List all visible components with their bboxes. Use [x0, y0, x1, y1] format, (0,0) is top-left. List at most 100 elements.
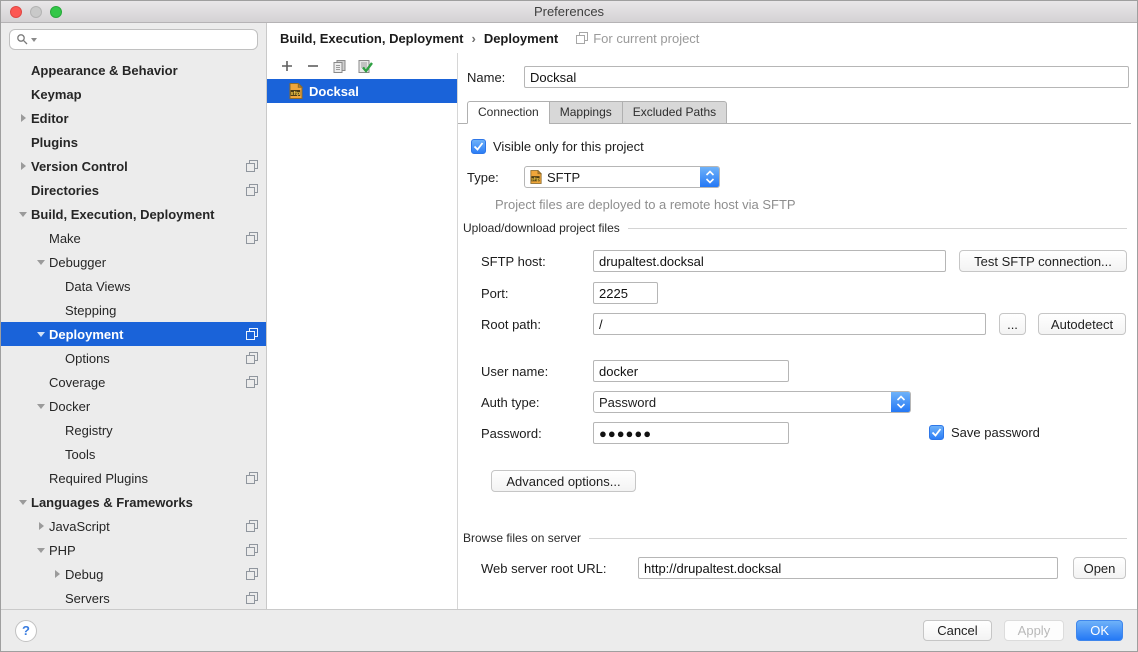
- chevron-down-icon[interactable]: [33, 404, 49, 409]
- sidebar-item-data-views[interactable]: Data Views: [1, 274, 266, 298]
- chevron-down-icon[interactable]: [33, 260, 49, 265]
- server-list-panel: sftp Docksal: [267, 53, 458, 609]
- sidebar-item-deployment[interactable]: Deployment: [1, 322, 266, 346]
- visible-only-label: Visible only for this project: [493, 139, 644, 154]
- chevron-right-icon[interactable]: [15, 162, 31, 170]
- breadcrumb-parent[interactable]: Build, Execution, Deployment: [280, 31, 463, 46]
- title-bar: Preferences: [1, 1, 1137, 23]
- settings-tree: Appearance & Behavior Keymap Editor Plug…: [1, 58, 266, 610]
- sidebar-item-make[interactable]: Make: [1, 226, 266, 250]
- auth-type-dropdown[interactable]: Password: [593, 391, 911, 413]
- advanced-options-button[interactable]: Advanced options...: [491, 470, 636, 492]
- root-path-label: Root path:: [481, 313, 541, 335]
- cancel-button[interactable]: Cancel: [923, 620, 991, 641]
- tab-mappings[interactable]: Mappings: [549, 101, 622, 124]
- sidebar-item-required-plugins[interactable]: Required Plugins: [1, 466, 266, 490]
- chevron-right-icon[interactable]: [33, 522, 49, 530]
- remove-server-button[interactable]: [305, 58, 321, 74]
- name-label: Name:: [467, 66, 505, 88]
- per-project-icon: [246, 472, 258, 484]
- chevron-right-icon[interactable]: [49, 570, 65, 578]
- save-password-checkbox[interactable]: [929, 425, 944, 440]
- chevron-down-icon[interactable]: [33, 548, 49, 553]
- close-button[interactable]: [10, 6, 22, 18]
- per-project-icon: [246, 352, 258, 364]
- server-list-toolbar: [267, 53, 457, 79]
- auth-type-label: Auth type:: [481, 391, 540, 413]
- sidebar-item-javascript[interactable]: JavaScript: [1, 514, 266, 538]
- tab-connection[interactable]: Connection: [467, 101, 549, 124]
- sftp-host-field[interactable]: [593, 250, 946, 272]
- sidebar-item-plugins[interactable]: Plugins: [1, 130, 266, 154]
- search-options-caret[interactable]: [31, 38, 37, 42]
- chevron-down-icon[interactable]: [15, 212, 31, 217]
- sidebar-item-languages-frameworks[interactable]: Languages & Frameworks: [1, 490, 266, 514]
- apply-button[interactable]: Apply: [1004, 620, 1065, 641]
- window-controls: [10, 6, 62, 18]
- chevron-right-icon[interactable]: [15, 114, 31, 122]
- search-box[interactable]: [9, 29, 258, 50]
- dropdown-stepper-icon[interactable]: [891, 392, 910, 412]
- sftp-file-icon: sftp: [530, 170, 542, 184]
- sidebar-item-appearance-behavior[interactable]: Appearance & Behavior: [1, 58, 266, 82]
- name-field[interactable]: [524, 66, 1129, 88]
- scope-label: For current project: [593, 31, 699, 46]
- server-list-item-docksal[interactable]: sftp Docksal: [267, 79, 457, 103]
- minimize-button: [30, 6, 42, 18]
- copy-server-button[interactable]: [331, 58, 347, 74]
- sidebar-item-registry[interactable]: Registry: [1, 418, 266, 442]
- chevron-down-icon[interactable]: [33, 332, 49, 337]
- tab-bar: Connection Mappings Excluded Paths: [467, 101, 727, 124]
- sidebar-item-docker[interactable]: Docker: [1, 394, 266, 418]
- user-name-field[interactable]: [593, 360, 789, 382]
- preferences-window: Preferences Appearance & Behavior Keymap…: [0, 0, 1138, 652]
- chevron-down-icon[interactable]: [15, 500, 31, 505]
- sidebar-item-servers[interactable]: Servers: [1, 586, 266, 610]
- sidebar-item-coverage[interactable]: Coverage: [1, 370, 266, 394]
- port-field[interactable]: [593, 282, 658, 304]
- sidebar-item-directories[interactable]: Directories: [1, 178, 266, 202]
- ok-button[interactable]: OK: [1076, 620, 1123, 641]
- deployment-form: Name: Connection Mappings Excluded Paths…: [458, 53, 1137, 609]
- per-project-icon: [246, 160, 258, 172]
- save-password-checkbox-row: Save password: [929, 425, 1040, 440]
- per-project-icon: [246, 184, 258, 196]
- per-project-icon: [246, 568, 258, 580]
- sidebar-item-tools[interactable]: Tools: [1, 442, 266, 466]
- type-label: Type:: [467, 166, 499, 188]
- add-server-button[interactable]: [279, 58, 295, 74]
- sidebar-item-options[interactable]: Options: [1, 346, 266, 370]
- use-as-default-button[interactable]: [357, 58, 373, 74]
- search-input[interactable]: [41, 32, 251, 47]
- web-root-field[interactable]: [638, 557, 1058, 579]
- test-sftp-connection-button[interactable]: Test SFTP connection...: [959, 250, 1127, 272]
- type-hint: Project files are deployed to a remote h…: [495, 195, 796, 213]
- upload-section-header: Upload/download project files: [463, 221, 1127, 235]
- sidebar-item-build-execution-deployment[interactable]: Build, Execution, Deployment: [1, 202, 266, 226]
- type-dropdown[interactable]: sftp SFTP: [524, 166, 720, 188]
- dropdown-stepper-icon[interactable]: [700, 167, 719, 187]
- browse-root-path-button[interactable]: ...: [999, 313, 1026, 335]
- user-name-label: User name:: [481, 360, 548, 382]
- help-button[interactable]: ?: [15, 620, 37, 642]
- sidebar-item-debug[interactable]: Debug: [1, 562, 266, 586]
- root-path-field[interactable]: [593, 313, 986, 335]
- password-label: Password:: [481, 422, 542, 444]
- visible-only-checkbox[interactable]: [471, 139, 486, 154]
- sidebar-item-editor[interactable]: Editor: [1, 106, 266, 130]
- autodetect-button[interactable]: Autodetect: [1038, 313, 1126, 335]
- password-field[interactable]: [593, 422, 789, 444]
- sidebar-item-stepping[interactable]: Stepping: [1, 298, 266, 322]
- browse-section-header: Browse files on server: [463, 531, 1127, 545]
- sftp-file-icon: sftp: [289, 83, 303, 99]
- per-project-icon: [246, 592, 258, 604]
- sidebar-item-php[interactable]: PHP: [1, 538, 266, 562]
- open-url-button[interactable]: Open: [1073, 557, 1126, 579]
- sidebar-item-debugger[interactable]: Debugger: [1, 250, 266, 274]
- per-project-icon: [246, 328, 258, 340]
- sidebar-item-keymap[interactable]: Keymap: [1, 82, 266, 106]
- per-project-icon: [576, 32, 588, 44]
- sidebar-item-version-control[interactable]: Version Control: [1, 154, 266, 178]
- tab-excluded-paths[interactable]: Excluded Paths: [622, 101, 727, 124]
- zoom-button[interactable]: [50, 6, 62, 18]
